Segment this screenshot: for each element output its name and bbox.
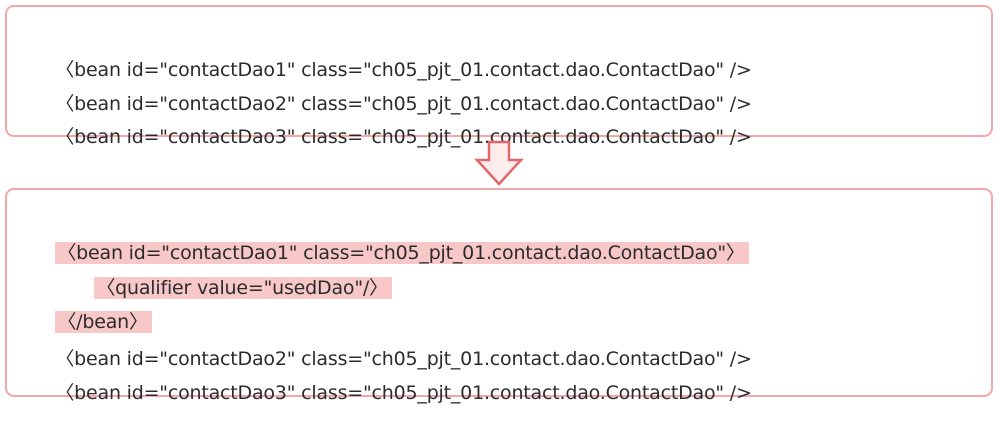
code-line-qualifier-highlighted: 〈qualifier value="usedDao"/〉 [71,243,392,299]
code-line-bean-contactDao1: 〈bean id="contactDao1" class="ch05_pjt_0… [32,25,752,81]
code-line-bean-contactDao2: 〈bean id="contactDao2" class="ch05_pjt_0… [32,59,752,115]
code-text: 〈bean id="contactDao3" class="ch05_pjt_0… [55,126,752,148]
code-text: 〈bean id="contactDao3" class="ch05_pjt_0… [55,382,752,404]
code-line-bean-contactDao2: 〈bean id="contactDao2" class="ch05_pjt_0… [32,314,752,370]
code-line-bean-contactDao3: 〈bean id="contactDao3" class="ch05_pjt_0… [32,92,752,148]
code-line-bean-close-highlighted: 〈/bean〉 [32,277,152,333]
code-line-bean-open-highlighted: 〈bean id="contactDao1" class="ch05_pjt_0… [32,208,749,264]
code-line-bean-contactDao3: 〈bean id="contactDao3" class="ch05_pjt_0… [32,348,752,404]
before-code-box: 〈bean id="contactDao1" class="ch05_pjt_0… [5,5,993,148]
down-arrow-icon [474,140,524,186]
after-code-box: 〈bean id="contactDao1" class="ch05_pjt_0… [5,188,993,404]
